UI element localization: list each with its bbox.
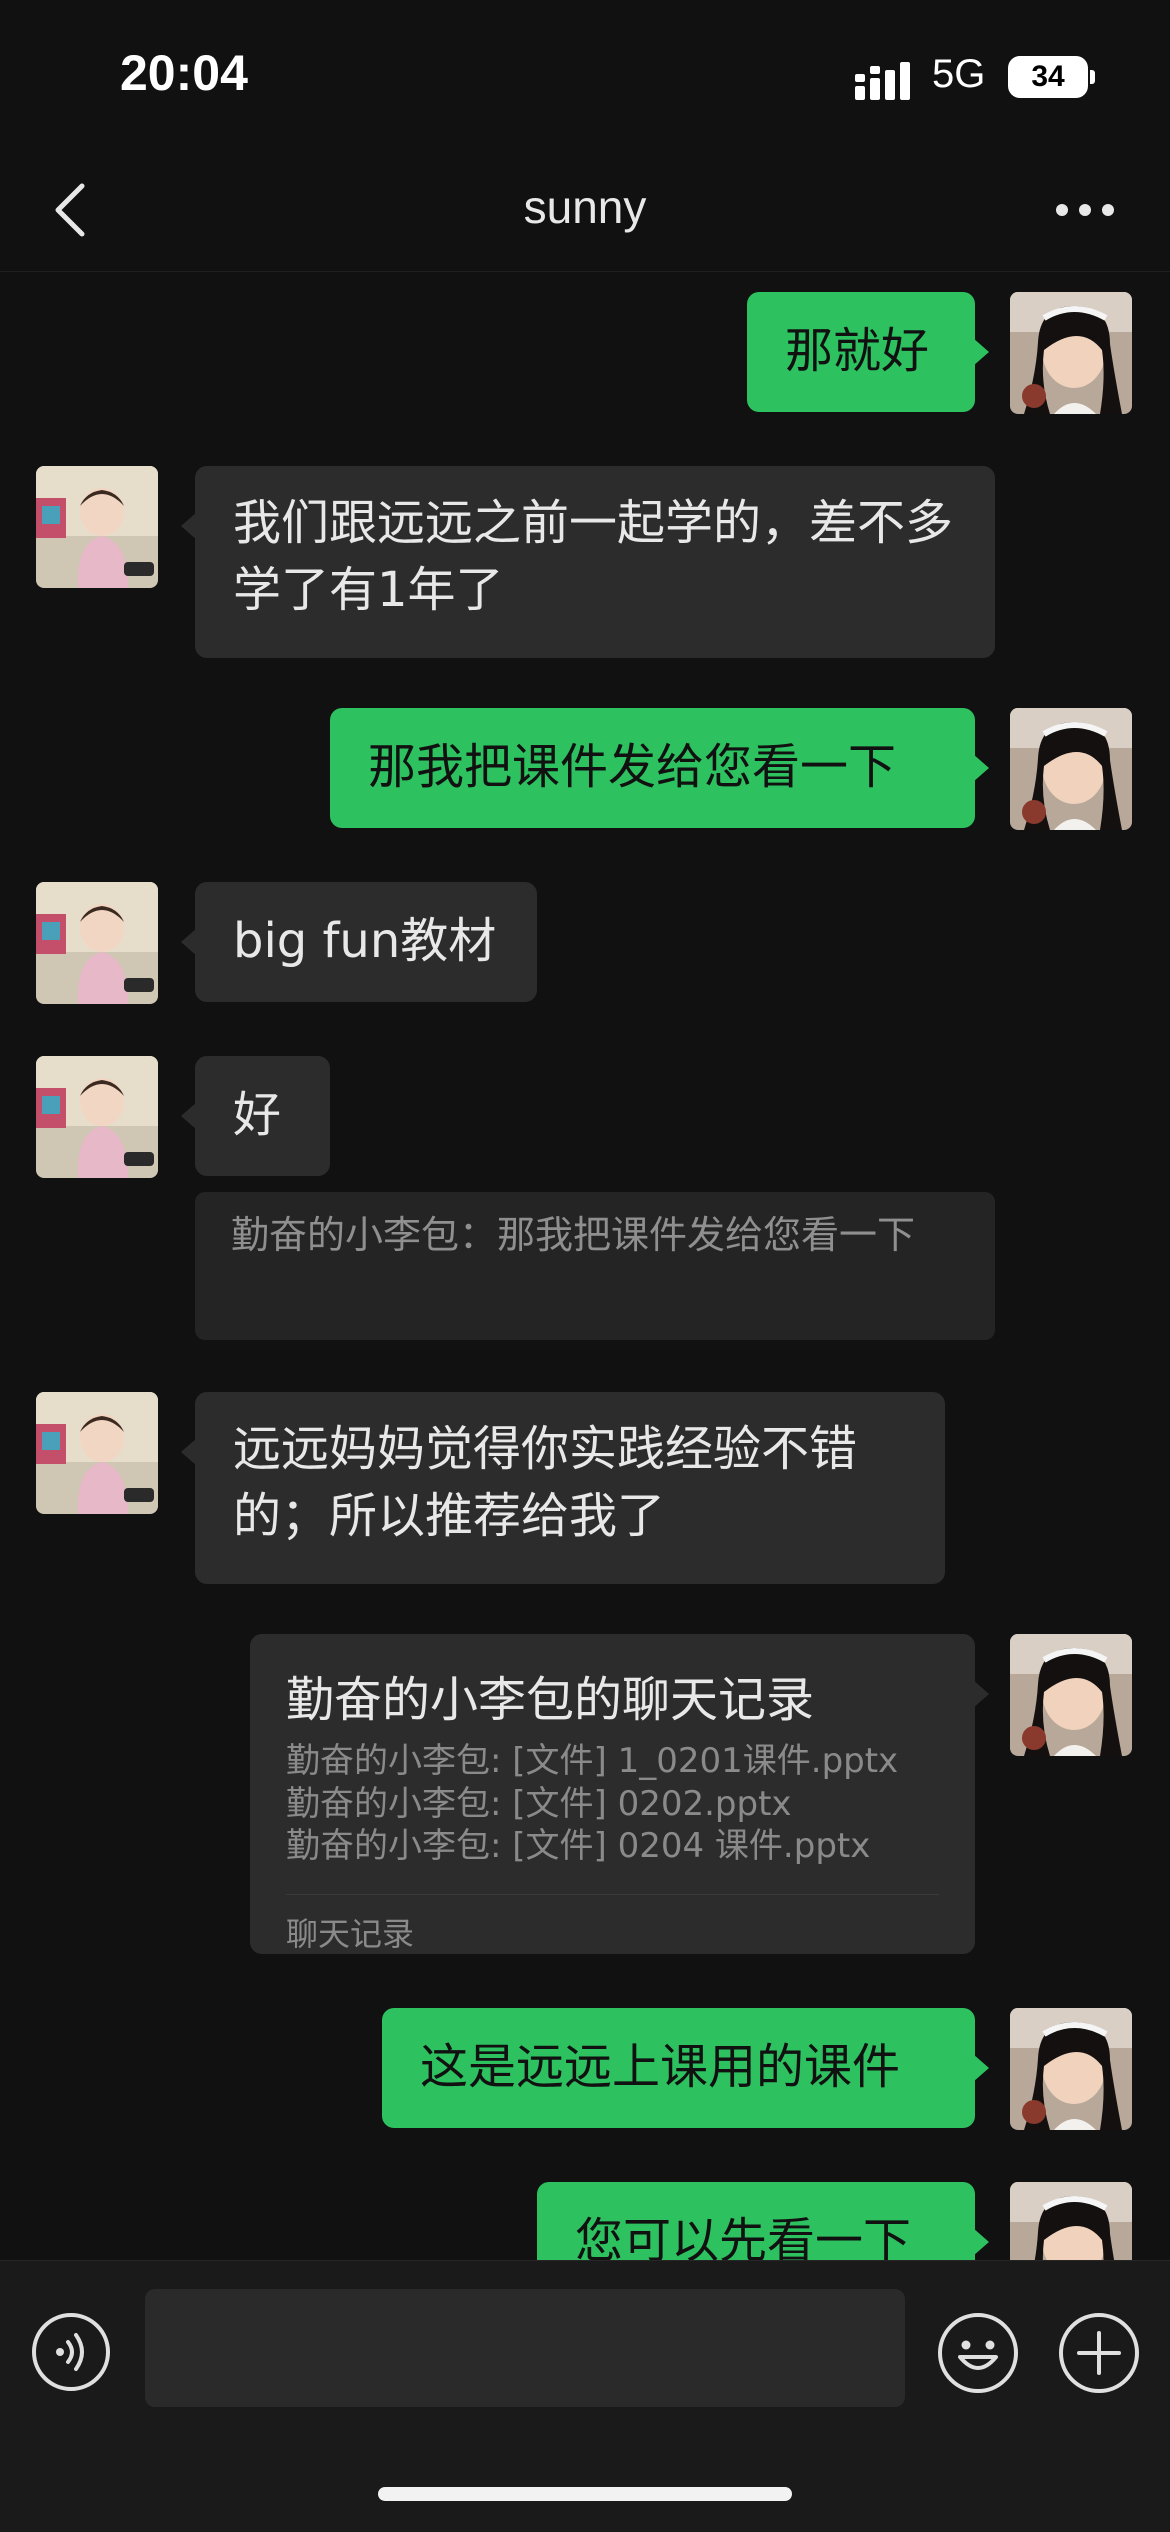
divider [286,1893,939,1895]
chat-title: sunny [523,181,647,233]
status-time: 20:04 [120,45,248,101]
avatar-contact[interactable] [36,1056,158,1178]
chat-record-line: 勤奋的小李包: [文件] 1_0201课件.pptx [286,1741,899,1781]
message-list[interactable]: 那就好 我们跟远远之前一起学的，差不多学了有1年了 那我把课件发给您看一下 bi… [0,272,1170,2260]
chat-record-footer: 聊天记录 [286,1914,415,1953]
battery-icon: 34 [1008,56,1088,98]
message-text: 这是远远上课用的课件 [420,2039,901,2096]
chat-record-line: 勤奋的小李包: [文件] 0202.pptx [286,1783,792,1824]
message-bubble-received[interactable]: 远远妈妈觉得你实践经验不错的；所以推荐给我了 [181,1392,945,1584]
quote-text: 勤奋的小李包：那我把课件发给您看一下 [231,1213,916,1257]
chat-record-line: 勤奋的小李包: [文件] 0204 课件.pptx [286,1826,871,1866]
voice-icon[interactable] [30,2311,112,2393]
signal-icon [855,62,910,100]
message-text: 我们跟远远之前一起学的，差不多学了有1年了 [233,495,954,619]
network-label: 5G [932,52,986,96]
message-text: 好 [233,1087,282,1144]
avatar-self[interactable] [1010,292,1132,414]
message-text: 您可以先看一下 [575,2213,912,2260]
avatar-self[interactable] [1010,1634,1132,1756]
chat-record-card[interactable]: 勤奋的小李包的聊天记录 勤奋的小李包: [文件] 1_0201课件.pptx 勤… [250,1634,989,1954]
input-bar [0,2260,1170,2532]
message-text: big fun教材 [233,913,497,970]
quoted-reply[interactable]: 勤奋的小李包：那我把课件发给您看一下 [195,1192,995,1340]
message-bubble-received[interactable]: 好 [181,1056,330,1176]
avatar-self[interactable] [1010,2008,1132,2130]
emoji-icon[interactable] [936,2311,1020,2395]
battery-tip [1090,70,1095,84]
message-bubble-sent[interactable]: 那就好 [747,292,989,412]
message-bubble-received[interactable]: big fun教材 [181,882,537,1002]
avatar-self[interactable] [1010,708,1132,830]
avatar-contact[interactable] [36,882,158,1004]
chat-record-title: 勤奋的小李包的聊天记录 [286,1672,815,1728]
chat-header: sunny [0,150,1170,272]
avatar-contact[interactable] [36,1392,158,1514]
message-text: 远远妈妈觉得你实践经验不错的；所以推荐给我了 [233,1421,858,1545]
avatar-self[interactable] [1010,2182,1132,2260]
message-bubble-sent[interactable]: 您可以先看一下 [537,2182,989,2260]
message-bubble-sent[interactable]: 那我把课件发给您看一下 [330,708,989,828]
message-text: 那我把课件发给您看一下 [368,739,897,796]
message-bubble-received[interactable]: 我们跟远远之前一起学的，差不多学了有1年了 [181,466,995,658]
message-input[interactable] [145,2289,905,2407]
more-dots-icon[interactable] [1050,188,1120,232]
add-icon[interactable] [1057,2311,1141,2395]
message-bubble-sent[interactable]: 这是远远上课用的课件 [382,2008,989,2128]
message-text: 那就好 [785,323,930,380]
avatar-contact[interactable] [36,466,158,588]
home-indicator [378,2487,792,2501]
status-bar: 20:04 5G 34 [0,0,1170,150]
